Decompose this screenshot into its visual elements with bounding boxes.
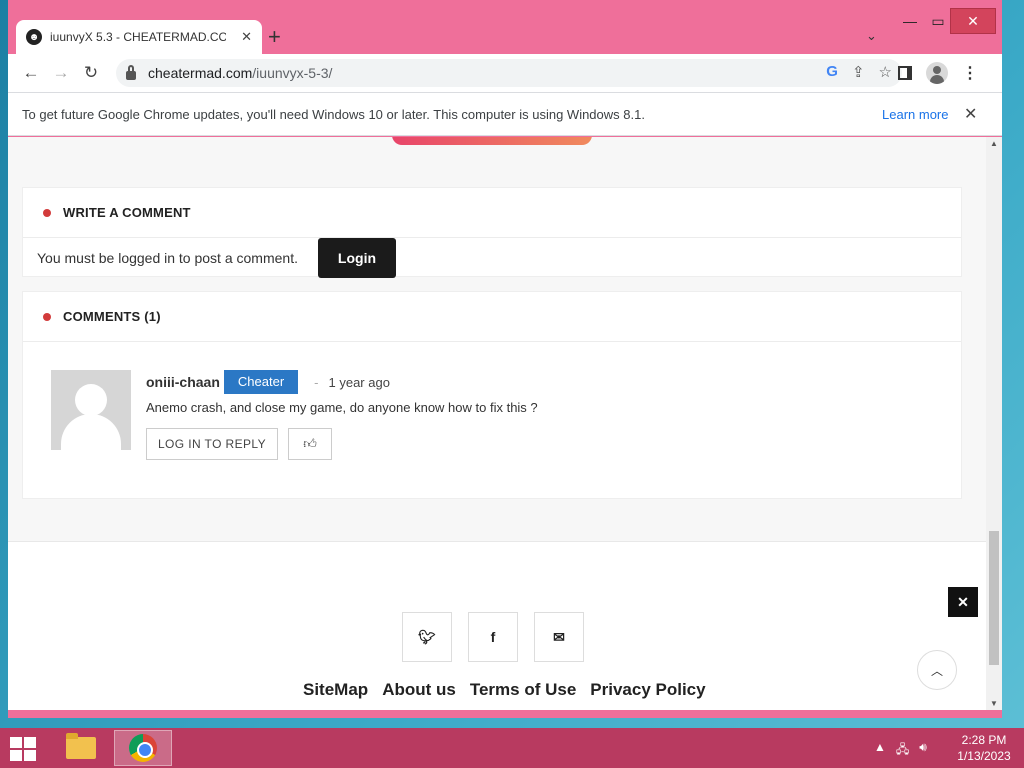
close-overlay-button[interactable]: ✕ xyxy=(948,587,978,617)
window-close-button[interactable]: ✕ xyxy=(950,8,996,34)
login-required-message: You must be logged in to post a comment. xyxy=(37,250,298,266)
scroll-thumb[interactable] xyxy=(989,531,999,665)
tab-close-icon[interactable]: ✕ xyxy=(241,29,252,45)
write-comment-title: WRITE A COMMENT xyxy=(63,205,191,220)
infobar-message: To get future Google Chrome updates, you… xyxy=(22,106,645,122)
site-favicon-icon: ☻ xyxy=(26,29,42,45)
title-bar: ☻ iuunvyX 5.3 - CHEATERMAD.COM ✕ + ⌄ — ▭… xyxy=(8,0,1002,54)
url-path: /iuunvyx-5-3/ xyxy=(252,65,333,81)
side-panel-icon[interactable] xyxy=(898,66,912,80)
clock-date: 1/13/2023 xyxy=(957,749,1011,763)
user-avatar-icon xyxy=(51,370,131,450)
start-windows-icon[interactable] xyxy=(10,737,38,761)
footer-link-about[interactable]: About us xyxy=(382,680,456,700)
chrome-icon xyxy=(129,734,157,762)
address-bar[interactable]: cheatermad.com /iuunvyx-5-3/ G ⇪ ☆ xyxy=(116,59,902,87)
profile-avatar-icon[interactable] xyxy=(926,62,948,84)
browser-toolbar: ← → ↻ cheatermad.com /iuunvyx-5-3/ G ⇪ ☆… xyxy=(8,54,1002,92)
facebook-icon[interactable]: f xyxy=(468,612,518,662)
folder-icon xyxy=(66,733,96,759)
windows-taskbar: ▲ 🖧︎ 🔊︎ 2:28 PM 1/13/2023 xyxy=(0,728,1024,768)
twitter-icon[interactable]: 🐦︎ xyxy=(402,612,452,662)
page-viewport: WRITE A COMMENT You must be logged in to… xyxy=(8,137,986,710)
user-role-badge: Cheater xyxy=(223,370,299,394)
site-footer: 🐦︎ f ✉ SiteMap About us Terms of Use Pri… xyxy=(8,541,986,710)
bullet-dot-icon xyxy=(43,312,51,321)
infobar-close-icon[interactable]: ✕ xyxy=(964,104,977,124)
network-icon[interactable]: 🖧︎ xyxy=(896,740,909,761)
footer-link-privacy[interactable]: Privacy Policy xyxy=(590,680,705,700)
back-to-top-button[interactable]: ︿ xyxy=(917,650,957,690)
tray-expand-icon[interactable]: ▲ xyxy=(874,740,886,761)
update-infobar: To get future Google Chrome updates, you… xyxy=(8,92,1002,136)
page-scrollbar[interactable]: ▲ ▼ xyxy=(986,137,1002,710)
file-explorer-button[interactable] xyxy=(52,730,110,766)
comment-timestamp: 1 year ago xyxy=(328,374,390,390)
browser-window: ☻ iuunvyX 5.3 - CHEATERMAD.COM ✕ + ⌄ — ▭… xyxy=(8,0,1002,718)
login-to-reply-button[interactable]: LOG IN TO REPLY xyxy=(146,428,278,460)
google-lens-icon[interactable]: G xyxy=(826,63,838,81)
back-arrow-icon[interactable]: ← xyxy=(16,63,46,83)
lock-icon[interactable] xyxy=(126,64,136,80)
bookmark-star-icon[interactable]: ☆ xyxy=(879,63,892,81)
forward-arrow-icon[interactable]: → xyxy=(46,63,76,83)
mail-icon[interactable]: ✉ xyxy=(534,612,584,662)
learn-more-link[interactable]: Learn more xyxy=(882,107,948,122)
comments-header: COMMENTS (1) xyxy=(23,292,961,342)
meta-separator: - xyxy=(314,374,319,390)
footer-link-terms[interactable]: Terms of Use xyxy=(470,680,576,700)
comment-author[interactable]: oniii-chaan xyxy=(146,374,220,390)
comments-card: COMMENTS (1) oniii-chaan Cheater - 1 yea… xyxy=(22,291,962,499)
download-button-partial[interactable] xyxy=(392,137,592,145)
footer-link-sitemap[interactable]: SiteMap xyxy=(303,680,368,700)
bullet-dot-icon xyxy=(43,208,51,217)
comment-item: oniii-chaan Cheater - 1 year ago Anemo c… xyxy=(23,342,961,500)
volume-icon[interactable]: 🔊︎ xyxy=(919,740,927,761)
comments-title: COMMENTS (1) xyxy=(63,309,161,324)
clock-time: 2:28 PM xyxy=(961,733,1007,747)
kebab-menu-icon[interactable]: ⋮ xyxy=(962,63,978,83)
scroll-down-arrow-icon[interactable]: ▼ xyxy=(990,699,998,708)
system-tray: ▲ 🖧︎ 🔊︎ xyxy=(874,740,927,761)
tab-title: iuunvyX 5.3 - CHEATERMAD.COM xyxy=(50,30,226,44)
browser-tab[interactable]: ☻ iuunvyX 5.3 - CHEATERMAD.COM ✕ xyxy=(16,20,262,54)
comment-body: Anemo crash, and close my game, do anyon… xyxy=(146,400,538,415)
tab-search-chevron-icon[interactable]: ⌄ xyxy=(866,28,877,44)
thumbs-up-icon[interactable]: 👍︎ xyxy=(288,428,332,460)
maximize-button[interactable]: ▭ xyxy=(928,8,948,34)
new-tab-button[interactable]: + xyxy=(268,24,281,50)
minimize-button[interactable]: — xyxy=(900,8,920,34)
login-button[interactable]: Login xyxy=(317,238,396,278)
write-comment-header: WRITE A COMMENT xyxy=(23,188,961,238)
share-icon[interactable]: ⇪ xyxy=(852,63,865,81)
chrome-taskbar-button[interactable] xyxy=(114,730,172,766)
write-comment-card: WRITE A COMMENT You must be logged in to… xyxy=(22,187,962,278)
reload-icon[interactable]: ↻ xyxy=(76,63,106,83)
taskbar-clock[interactable]: 2:28 PM 1/13/2023 xyxy=(952,732,1016,764)
scroll-up-arrow-icon[interactable]: ▲ xyxy=(990,139,998,148)
url-host: cheatermad.com xyxy=(148,65,253,81)
